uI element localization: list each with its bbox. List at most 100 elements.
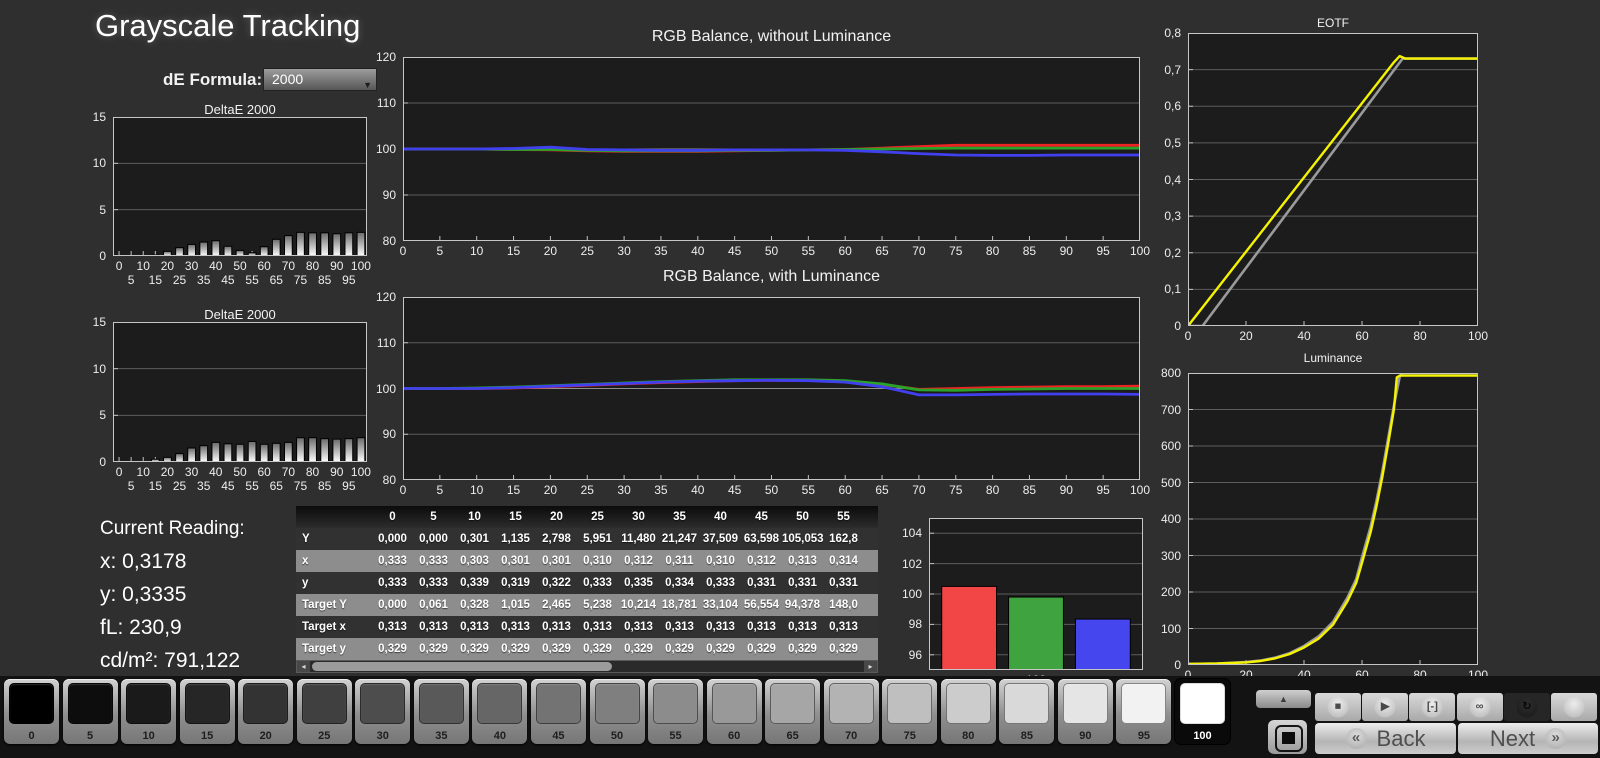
table-cell: 0,312	[747, 555, 776, 567]
refresh-icon: ↻	[1516, 696, 1538, 718]
axis-tick-label: 55	[801, 244, 816, 258]
table-cell: 0,331	[747, 577, 776, 589]
page-title: Grayscale Tracking	[95, 8, 361, 43]
patch-label: 55	[669, 730, 682, 742]
pattern-window-button[interactable]	[1268, 720, 1307, 754]
axis-tick-label: 20	[160, 259, 175, 273]
axis-tick-label: 10	[136, 465, 150, 479]
rgb-balance-chart-without-luminance: RGB Balance, without Luminance 80 90 100 110…	[370, 26, 1160, 266]
table-cell: 0,329	[829, 643, 858, 655]
axis-tick-label: 80	[985, 244, 1000, 258]
gray-patch-button[interactable]: 80	[940, 679, 996, 744]
stop-button[interactable]: ■	[1315, 693, 1361, 721]
table-scrollbar[interactable]: ◂ ▸	[296, 660, 878, 673]
axis-tick-label: 0,2	[1164, 245, 1181, 260]
axis-tick-label: 90	[382, 427, 396, 442]
gray-patch-button[interactable]: 5	[62, 679, 118, 744]
table-cell: 0,319	[501, 577, 530, 589]
patch-label: 75	[903, 730, 916, 742]
table-cell: 0,333	[419, 555, 448, 567]
scrollbar-left-arrow-icon[interactable]: ◂	[297, 661, 310, 672]
gray-patch-button[interactable]: 50	[589, 679, 645, 744]
axis-tick-label: 35	[654, 244, 668, 258]
chevron-right-icon: »	[1545, 728, 1567, 749]
table-cell: 1,015	[501, 599, 530, 611]
gray-patch-button[interactable]: 70	[823, 679, 879, 744]
gray-patch-button[interactable]: 95	[1116, 679, 1172, 744]
table-cell: 0,310	[706, 555, 735, 567]
gray-patch-button[interactable]: 25	[296, 679, 352, 744]
table-cell: 0,333	[378, 555, 407, 567]
patch-label: 10	[142, 730, 155, 742]
gray-patch-button[interactable]: 20	[238, 679, 294, 744]
axis-tick-label: 500	[1160, 475, 1181, 490]
reading-cdm2: cd/m²: 791,122	[100, 649, 241, 672]
gray-patch-button[interactable]: 65	[765, 679, 821, 744]
gray-patch-button[interactable]: 40	[472, 679, 528, 744]
axis-tick-label: 25	[172, 479, 187, 493]
table-column-header: 45	[755, 511, 768, 523]
gray-patch-button[interactable]: 10	[121, 679, 177, 744]
play-button[interactable]: ▶	[1362, 693, 1409, 721]
axis-tick-label: 20	[1239, 329, 1253, 343]
gray-patch-button[interactable]: 35	[413, 679, 469, 744]
table-cell: 0,333	[419, 577, 448, 589]
gray-patch-button[interactable]: 90	[1057, 679, 1113, 744]
table-cell: 0,328	[460, 599, 489, 611]
gray-swatch	[887, 683, 933, 724]
gray-patch-button[interactable]: 55	[648, 679, 704, 744]
table-cell: 0,329	[501, 643, 530, 655]
axis-tick-label: 110	[376, 96, 396, 110]
table-row: Y 0,000 0,000 0,301 1,135 2,798 5,951 11,480 21,…	[296, 528, 878, 550]
axis-tick-label: 85	[1022, 483, 1037, 497]
next-button[interactable]: Next »	[1458, 723, 1598, 754]
scrollbar-right-arrow-icon[interactable]: ▸	[864, 661, 877, 672]
back-button[interactable]: « Back	[1315, 723, 1456, 754]
gray-patch-button[interactable]: 30	[355, 679, 411, 744]
gray-patch-button[interactable]: 15	[179, 679, 235, 744]
gray-patch-button[interactable]: 0	[4, 679, 59, 744]
gray-patch-button[interactable]: 45	[530, 679, 586, 744]
table-row: Target Y 0,000 0,061 0,328 1,015 2,465 5,238 10…	[296, 594, 878, 616]
refresh-button[interactable]: ↻	[1503, 693, 1550, 721]
gray-swatch	[1004, 683, 1050, 724]
gray-patch-button[interactable]: 100	[1175, 679, 1230, 744]
chart-title: Luminance	[1303, 351, 1363, 365]
gray-patch-button[interactable]: 85	[999, 679, 1055, 744]
panel-expand-button[interactable]: ▲	[1256, 690, 1311, 708]
axis-tick-label: 75	[293, 479, 308, 493]
measurement-table: 0 5 10 15 20 25 30 35 40 45 50 55 Y 0,000 0,000 0,301 1,…	[296, 506, 878, 660]
axis-tick-label: 50	[233, 259, 247, 273]
table-cell: 0,313	[419, 621, 448, 633]
axis-tick-label: 60	[838, 244, 852, 258]
axis-tick-label: 0	[115, 259, 123, 273]
chart-title: RGB Balance, with Luminance	[663, 268, 880, 285]
gray-patch-button[interactable]: 75	[882, 679, 938, 744]
table-cell: 0,329	[624, 643, 653, 655]
axis-tick-label: 65	[875, 244, 889, 258]
axis-tick-label: 25	[580, 483, 594, 497]
blank-button[interactable]	[1551, 693, 1597, 721]
de-formula-dropdown[interactable]: 2000 ▼	[263, 68, 377, 91]
table-row: Target x 0,313 0,313 0,313 0,313 0,313 0,313 0,…	[296, 616, 878, 638]
gray-swatch	[594, 683, 640, 724]
axis-tick-label: 15	[92, 315, 106, 329]
axis-tick-label: 95	[342, 479, 356, 493]
table-cell: 0,000	[419, 533, 448, 545]
patch-label: 85	[1020, 730, 1033, 742]
gray-swatch	[1121, 683, 1167, 724]
table-cell: 94,378	[784, 599, 821, 611]
axis-tick-label: 0,8	[1164, 26, 1181, 40]
gray-swatch	[1062, 683, 1108, 724]
rgb-balance-chart-with-luminance: RGB Balance, with Luminance 80 90 100 110 120…	[370, 266, 1160, 506]
gray-patch-button[interactable]: 60	[706, 679, 762, 744]
scrollbar-thumb[interactable]	[312, 662, 612, 671]
reading-fl: fL: 230,9	[100, 616, 182, 639]
de-formula-value: 2000	[272, 71, 304, 87]
axis-tick-label: 65	[269, 273, 283, 287]
interval-button[interactable]: [-]	[1409, 693, 1456, 721]
patch-label: 15	[201, 730, 214, 742]
axis-tick-label: 5	[127, 479, 135, 493]
table-cell: 0,331	[788, 577, 817, 589]
loop-button[interactable]: ∞	[1456, 693, 1503, 721]
